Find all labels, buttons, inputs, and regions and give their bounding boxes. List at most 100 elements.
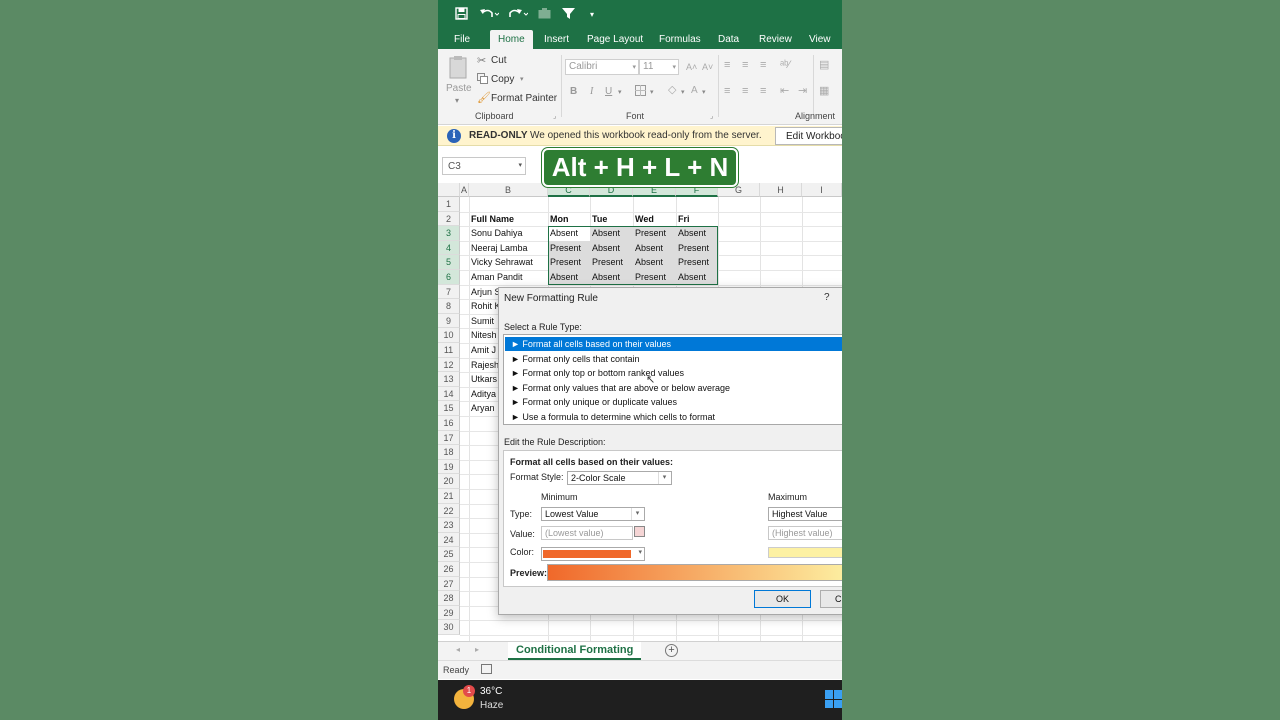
row-header-15[interactable]: 15 <box>438 401 460 416</box>
row-header-21[interactable]: 21 <box>438 489 460 504</box>
row-header-14[interactable]: 14 <box>438 386 460 402</box>
align-left-icon[interactable]: ≡ <box>724 85 730 97</box>
launcher-icon[interactable]: ⌟ <box>553 111 556 123</box>
cell-f5[interactable]: Present <box>676 255 718 270</box>
row-header-5[interactable]: 5 <box>438 255 460 270</box>
redo-icon[interactable] <box>508 7 529 24</box>
grow-font-icon[interactable]: A˄ <box>686 61 697 73</box>
row-header-25[interactable]: 25 <box>438 547 460 562</box>
row-header-10[interactable]: 10 <box>438 328 460 343</box>
cell-c3[interactable]: Absent <box>548 226 590 241</box>
cell-c4[interactable]: Present <box>548 240 590 256</box>
cancel-button[interactable]: C <box>820 590 842 608</box>
cell-e5[interactable]: Absent <box>633 255 676 270</box>
shrink-font-icon[interactable]: A˅ <box>702 61 713 73</box>
font-color-icon[interactable]: A <box>691 85 698 97</box>
column-header-b[interactable]: B <box>469 183 548 197</box>
ok-button[interactable]: OK <box>754 590 811 608</box>
chevron-down-icon[interactable]: ▾ <box>650 87 654 99</box>
max-color-swatch[interactable] <box>768 547 842 558</box>
align-right-icon[interactable]: ≡ <box>760 85 766 97</box>
cell-e2[interactable]: Wed <box>633 212 676 227</box>
row-header-9[interactable]: 9 <box>438 313 460 329</box>
chevron-down-icon[interactable]: ▾ <box>618 87 622 99</box>
cell-d2[interactable]: Tue <box>590 212 633 227</box>
align-bottom-icon[interactable]: ≡ <box>760 59 766 71</box>
cell-d3[interactable]: Absent <box>590 226 633 241</box>
row-header-8[interactable]: 8 <box>438 299 460 314</box>
chevron-down-icon[interactable]: ▾ <box>702 87 706 99</box>
camera-icon[interactable] <box>538 7 551 23</box>
max-type-select[interactable]: Highest Value <box>768 507 842 521</box>
column-header-a[interactable]: A <box>460 183 469 197</box>
cell-b2[interactable]: Full Name <box>469 212 548 227</box>
increase-indent-icon[interactable]: ⇥ <box>798 85 807 97</box>
chevron-down-icon[interactable]: ▾ <box>681 87 685 99</box>
underline-button[interactable]: U <box>605 86 612 98</box>
tab-data[interactable]: Data <box>718 33 739 47</box>
align-top-icon[interactable]: ≡ <box>724 59 730 71</box>
row-header-16[interactable]: 16 <box>438 416 460 431</box>
row-header-13[interactable]: 13 <box>438 372 460 387</box>
min-value-input[interactable]: (Lowest value) <box>541 526 633 540</box>
align-middle-icon[interactable]: ≡ <box>742 59 748 71</box>
format-painter-button[interactable]: Format Painter <box>491 93 557 105</box>
rule-type-list[interactable]: ► Format all cells based on their values… <box>503 334 842 425</box>
rule-type-item[interactable]: ► Format only top or bottom ranked value… <box>505 366 842 380</box>
row-header-1[interactable]: 1 <box>438 197 460 212</box>
chevron-down-icon[interactable]: ▾ <box>518 161 522 169</box>
row-header-18[interactable]: 18 <box>438 445 460 460</box>
row-header-19[interactable]: 19 <box>438 459 460 475</box>
undo-icon[interactable] <box>479 7 500 24</box>
tab-formulas[interactable]: Formulas <box>659 33 701 47</box>
accessibility-icon[interactable] <box>481 664 492 674</box>
launcher-icon[interactable]: ⌟ <box>710 111 713 123</box>
copy-dropdown-icon[interactable]: ▾ <box>520 74 524 86</box>
select-all-corner[interactable] <box>438 183 460 197</box>
bold-button[interactable]: B <box>570 86 577 98</box>
row-header-26[interactable]: 26 <box>438 562 460 577</box>
font-name-field[interactable]: Calibri ▾ <box>565 59 639 75</box>
row-header-4[interactable]: 4 <box>438 240 460 256</box>
row-header-24[interactable]: 24 <box>438 532 460 548</box>
cell-c6[interactable]: Absent <box>548 270 590 285</box>
copy-button[interactable]: Copy <box>491 74 514 86</box>
cell-f2[interactable]: Fri <box>676 212 718 227</box>
fill-color-icon[interactable]: ◇ <box>668 84 676 96</box>
cell-d5[interactable]: Present <box>590 255 633 270</box>
row-header-12[interactable]: 12 <box>438 357 460 373</box>
cell-d6[interactable]: Absent <box>590 270 633 285</box>
help-icon[interactable]: ? <box>824 292 830 303</box>
min-color-picker[interactable]: ▾ <box>541 547 645 561</box>
chevron-right-icon[interactable]: ▸ <box>475 645 479 654</box>
edit-workbook-button[interactable]: Edit Workbook <box>775 127 842 145</box>
wrap-text-icon[interactable]: ▤ <box>819 59 829 71</box>
orientation-icon[interactable]: ᵃᵇ⁄ <box>780 59 790 71</box>
row-header-27[interactable]: 27 <box>438 576 460 592</box>
filter-icon[interactable] <box>562 7 575 24</box>
cell-f4[interactable]: Present <box>676 240 718 256</box>
column-header-i[interactable]: I <box>802 183 842 197</box>
chevron-left-icon[interactable]: ◂ <box>456 645 460 654</box>
rule-type-item[interactable]: ► Format all cells based on their values <box>505 337 842 351</box>
paste-button[interactable]: Paste <box>446 83 472 95</box>
tab-review[interactable]: Review <box>759 33 792 47</box>
tab-file[interactable]: File <box>454 33 470 47</box>
decrease-indent-icon[interactable]: ⇤ <box>780 85 789 97</box>
cell-b5[interactable]: Vicky Sehrawat <box>469 255 548 270</box>
row-header-17[interactable]: 17 <box>438 430 460 446</box>
rule-type-item[interactable]: ► Format only unique or duplicate values <box>505 395 842 409</box>
rule-type-item[interactable]: ► Format only values that are above or b… <box>505 381 842 395</box>
range-picker-icon[interactable] <box>634 526 645 537</box>
max-value-input[interactable]: (Highest value) <box>768 526 842 540</box>
row-header-29[interactable]: 29 <box>438 605 460 621</box>
row-header-20[interactable]: 20 <box>438 474 460 489</box>
column-header-h[interactable]: H <box>760 183 802 197</box>
cell-b4[interactable]: Neeraj Lamba <box>469 241 548 256</box>
customize-icon[interactable]: ▾ <box>590 7 594 23</box>
row-header-30[interactable]: 30 <box>438 620 460 635</box>
name-box[interactable]: C3 ▾ <box>442 157 526 175</box>
row-header-6[interactable]: 6 <box>438 270 460 285</box>
borders-icon[interactable] <box>635 85 646 99</box>
rule-type-item[interactable]: ► Use a formula to determine which cells… <box>505 410 842 424</box>
